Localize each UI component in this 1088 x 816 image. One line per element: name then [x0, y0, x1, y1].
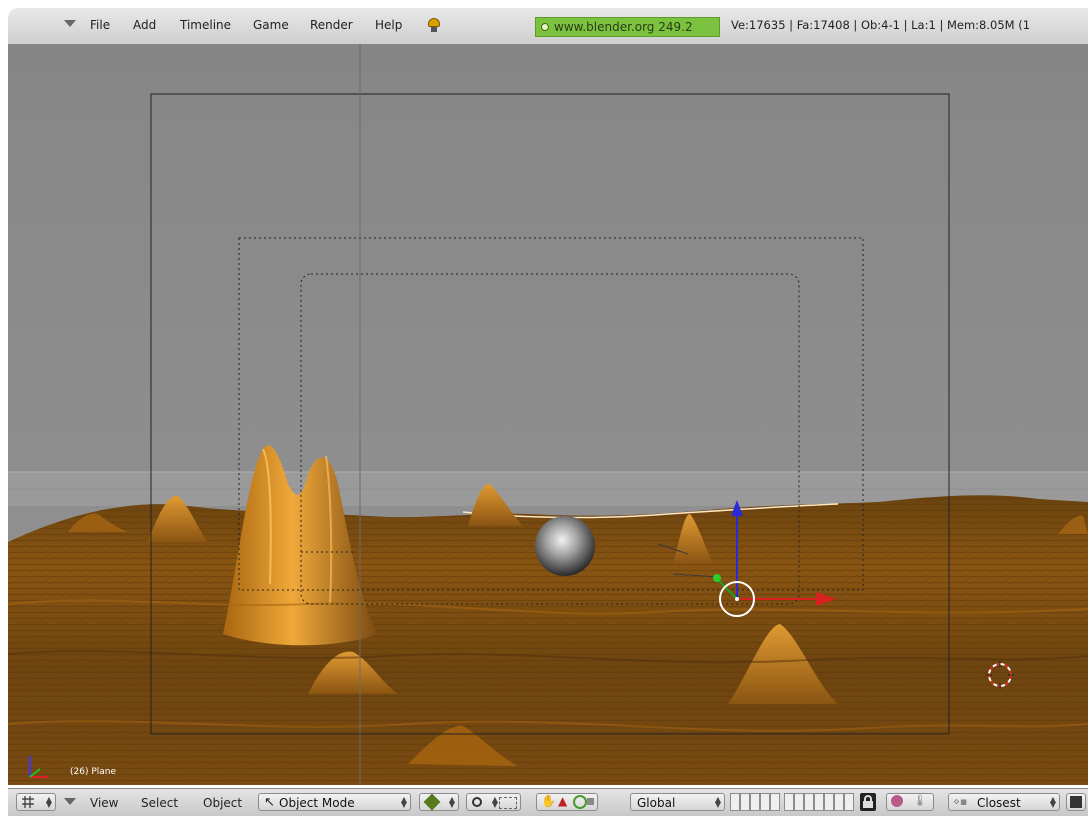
orientation-select[interactable]: Global ▲ ▼ [630, 793, 725, 811]
header-bar: File Add Timeline Game Render Help www.b… [8, 8, 1088, 45]
menu-object[interactable]: Object [203, 796, 242, 810]
3d-viewport[interactable]: (26) Plane [8, 44, 1088, 785]
layer-button-7[interactable] [794, 793, 804, 811]
mode-select-value: Object Mode [279, 796, 355, 810]
snap-arrows-icon: ▲ ▼ [1049, 795, 1056, 809]
stop-icon [587, 798, 594, 805]
shading-icon [423, 793, 441, 811]
layer-button-10[interactable] [824, 793, 834, 811]
mode-select[interactable]: ↖ Object Mode ▲ ▼ [258, 793, 411, 811]
scene-stats: Ve:17635 | Fa:17408 | Ob:4-1 | La:1 | Me… [731, 18, 1031, 32]
draw-type-arrows-icon: ▲ ▼ [448, 795, 455, 809]
layer-button-5[interactable] [770, 793, 780, 811]
layer-lock-icon[interactable] [860, 793, 876, 811]
render-icon [1070, 796, 1082, 808]
menu-help[interactable]: Help [375, 18, 402, 32]
snap-mode-select[interactable]: ⋄▪ Closest ▲ ▼ [948, 793, 1060, 811]
blender-window: File Add Timeline Game Render Help www.b… [0, 0, 1088, 816]
pivot-select[interactable]: ▲ ▼ [466, 793, 521, 811]
layer-button-4[interactable] [760, 793, 770, 811]
proportional-edit-button[interactable]: 🌡 [886, 793, 934, 811]
menu-add[interactable]: Add [133, 18, 156, 32]
layer-button-9[interactable] [814, 793, 824, 811]
editor-type-button[interactable]: ▲ ▼ [16, 793, 56, 811]
proportional-edit-icon [891, 795, 903, 807]
layer-button-8[interactable] [804, 793, 814, 811]
orientation-value: Global [637, 796, 676, 810]
pivot-arrows-icon: ▲ ▼ [491, 795, 498, 809]
render-preview-button[interactable] [1066, 793, 1086, 811]
scale-icon [573, 795, 587, 809]
version-text: www.blender.org 249.2 [554, 20, 693, 34]
layer-button-11[interactable] [834, 793, 844, 811]
layer-button-3[interactable] [750, 793, 760, 811]
viewport-scene [8, 44, 1088, 785]
header-collapse-icon[interactable] [64, 20, 76, 27]
layer-button-6[interactable] [784, 793, 794, 811]
snap-icon: ⋄▪ [953, 795, 968, 808]
layer-button-1[interactable] [730, 793, 740, 811]
active-object-label: (26) Plane [70, 767, 117, 777]
editor-type-arrows-icon: ▲ ▼ [45, 795, 52, 809]
blender-logo-icon [541, 23, 549, 31]
menu-file[interactable]: File [90, 18, 110, 32]
orientation-arrows-icon: ▲ ▼ [714, 795, 721, 809]
layer-button-2[interactable] [740, 793, 750, 811]
draw-type-select[interactable]: ▲ ▼ [419, 793, 459, 811]
header-collapse-icon[interactable] [64, 798, 76, 805]
menu-select[interactable]: Select [141, 796, 178, 810]
blender-version-badge[interactable]: www.blender.org 249.2 [535, 17, 720, 37]
transform-manipulator-icon [499, 797, 517, 809]
snap-mode-value: Closest [977, 796, 1021, 810]
menu-render[interactable]: Render [310, 18, 353, 32]
menu-game[interactable]: Game [253, 18, 289, 32]
manipulator-buttons[interactable]: ✋ ▲ [536, 793, 598, 811]
hand-icon: ✋ [541, 794, 556, 808]
layer-button-12[interactable] [844, 793, 854, 811]
menu-view[interactable]: View [90, 796, 118, 810]
thermometer-icon: 🌡 [913, 794, 927, 807]
pivot-icon [472, 797, 482, 807]
mode-select-arrows-icon: ▲ ▼ [400, 795, 407, 809]
render-engine-icon[interactable] [428, 18, 440, 32]
menu-timeline[interactable]: Timeline [180, 18, 231, 32]
3d-view-header: ▲ ▼ View Select Object ↖ Object Mode ▲ ▼ ▲… [8, 788, 1088, 816]
rotate-icon: ▲ [558, 794, 568, 808]
grid-icon [22, 796, 34, 808]
object-mode-icon: ↖ [264, 795, 275, 810]
